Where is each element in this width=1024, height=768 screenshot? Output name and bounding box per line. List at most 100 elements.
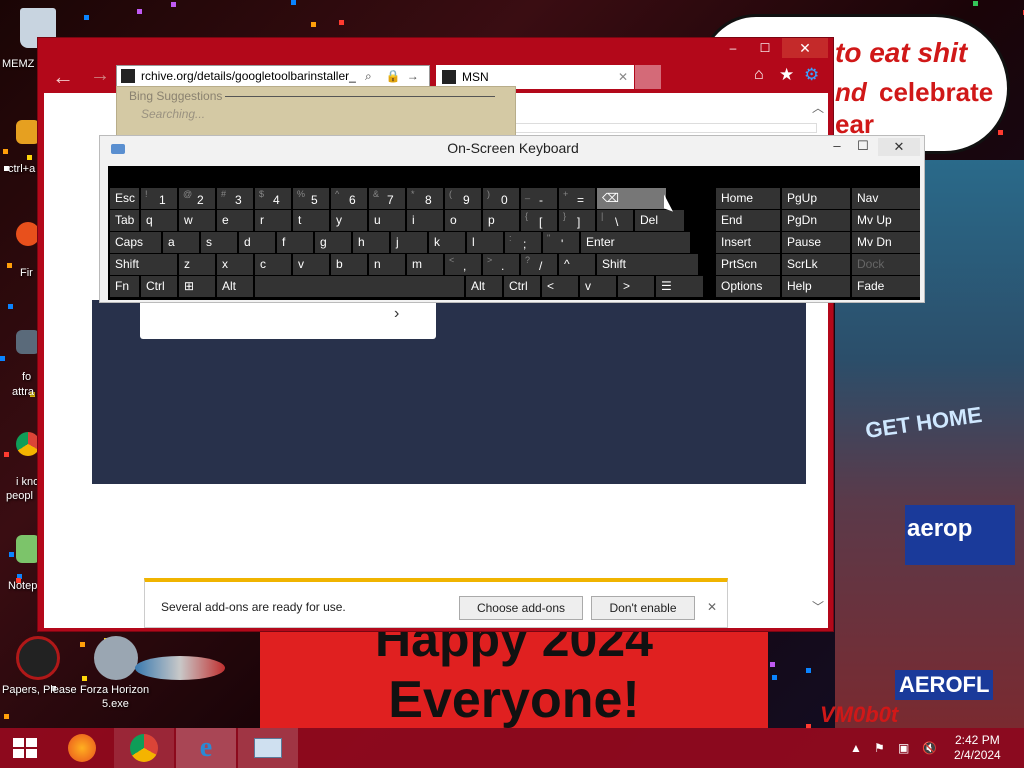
go-icon[interactable]: → (407, 69, 419, 83)
address-bar[interactable]: rchive.org/details/googletoolbarinstalle… (116, 65, 430, 87)
favorites-icon[interactable]: ★ (779, 65, 794, 85)
osk-key[interactable]: ! 1 (141, 188, 177, 209)
osk-key[interactable]: y (331, 210, 367, 231)
osk-nav-key[interactable]: Mv Up (852, 210, 920, 231)
osk-key[interactable]: w (179, 210, 215, 231)
osk-key[interactable]: v (293, 254, 329, 275)
ie-browser-window[interactable]: – ☐ ✕ ← → rchive.org/details/googletoolb… (37, 37, 834, 632)
network-icon[interactable]: ▣ (898, 728, 909, 768)
volume-muted-icon[interactable]: 🔇 (922, 728, 937, 768)
osk-nav-key[interactable]: Mv Dn (852, 232, 920, 253)
osk-maximize-button[interactable]: ☐ (848, 136, 878, 156)
osk-nav-key[interactable]: PgDn (782, 210, 850, 231)
action-center-flag-icon[interactable]: ⚑ (874, 728, 885, 768)
osk-key[interactable]: @2 (179, 188, 215, 209)
osk-key[interactable]: Ctrl (504, 276, 540, 297)
osk-key[interactable]: < (542, 276, 578, 297)
taskbar-chrome[interactable] (114, 728, 174, 768)
osk-key[interactable]: Shift (597, 254, 698, 275)
osk-key[interactable]: (9 (445, 188, 481, 209)
dont-enable-button[interactable]: Don't enable (591, 596, 695, 620)
chevron-right-icon[interactable]: › (394, 305, 399, 323)
osk-nav-key[interactable]: Nav (852, 188, 920, 209)
osk-key[interactable]: e (217, 210, 253, 231)
osk-key[interactable]: Alt (217, 276, 253, 297)
scroll-down-icon[interactable]: ﹀ (812, 598, 824, 615)
start-button[interactable] (0, 728, 50, 768)
osk-nav-key[interactable]: PgUp (782, 188, 850, 209)
choose-addons-button[interactable]: Choose add-ons (459, 596, 583, 620)
osk-key[interactable]: Esc (110, 188, 139, 209)
osk-key[interactable]: Caps (110, 232, 161, 253)
osk-key[interactable]: $4 (255, 188, 291, 209)
osk-key[interactable]: " ' (543, 232, 579, 253)
osk-key[interactable]: q (141, 210, 177, 231)
papers-please-icon[interactable] (16, 636, 60, 680)
osk-key[interactable]: k (429, 232, 465, 253)
osk-key[interactable]: % 5 (293, 188, 329, 209)
osk-key[interactable]: ^ (559, 254, 595, 275)
osk-key[interactable]: f (277, 232, 313, 253)
osk-key[interactable]: m (407, 254, 443, 275)
osk-key[interactable]: _ - (521, 188, 557, 209)
tools-gear-icon[interactable]: ⚙ (804, 65, 819, 85)
forward-icon[interactable]: → (90, 64, 110, 87)
osk-key[interactable]: a (163, 232, 199, 253)
osk-nav-key[interactable]: Help (782, 276, 850, 297)
osk-key[interactable]: ^ 6 (331, 188, 367, 209)
osk-key[interactable]: * 8 (407, 188, 443, 209)
osk-nav-key[interactable]: Fade (852, 276, 920, 297)
osk-nav-key[interactable]: Dock (852, 254, 920, 275)
osk-key[interactable]: >. (483, 254, 519, 275)
osk-key[interactable]: ☰ (656, 276, 703, 297)
osk-key[interactable]: o (445, 210, 481, 231)
osk-nav-key[interactable]: ScrLk (782, 254, 850, 275)
osk-key[interactable]: h (353, 232, 389, 253)
osk-nav-key[interactable]: Home (716, 188, 780, 209)
maximize-button[interactable]: ☐ (750, 38, 780, 58)
osk-key[interactable]: Fn (110, 276, 139, 297)
osk-key[interactable]: b (331, 254, 367, 275)
osk-key[interactable]: r (255, 210, 291, 231)
osk-key[interactable]: ⊞ (179, 276, 215, 297)
osk-key[interactable]: i (407, 210, 443, 231)
osk-key[interactable]: + = (559, 188, 595, 209)
osk-key[interactable]: v (580, 276, 616, 297)
osk-key[interactable]: }] (559, 210, 595, 231)
taskbar-firefox[interactable] (52, 728, 112, 768)
osk-nav-key[interactable]: Insert (716, 232, 780, 253)
osk-key[interactable]: Shift (110, 254, 177, 275)
osk-key[interactable]: <, (445, 254, 481, 275)
flash-icon[interactable] (94, 636, 138, 680)
osk-close-button[interactable]: ✕ (878, 138, 920, 156)
osk-key[interactable]: t (293, 210, 329, 231)
osk-key[interactable]: ) 0 (483, 188, 519, 209)
tray-expand-icon[interactable]: ▲ (850, 728, 862, 768)
osk-key[interactable]: :; (505, 232, 541, 253)
osk-key[interactable]: > (618, 276, 654, 297)
bing-suggestions-dropdown[interactable]: Bing Suggestions Searching... (116, 86, 516, 136)
osk-key[interactable]: g (315, 232, 351, 253)
osk-key[interactable]: {[ (521, 210, 557, 231)
osk-key[interactable]: & 7 (369, 188, 405, 209)
osk-key[interactable]: Enter (581, 232, 690, 253)
home-icon[interactable]: ⌂ (754, 66, 764, 84)
clock[interactable]: 2:42 PM 2/4/2024 (954, 728, 1001, 768)
osk-nav-key[interactable]: Options (716, 276, 780, 297)
osk-nav-key[interactable]: End (716, 210, 780, 231)
close-button[interactable]: ✕ (782, 38, 828, 58)
osk-key[interactable]: j (391, 232, 427, 253)
scroll-up-icon[interactable]: ︿ (812, 99, 824, 116)
tab-close-icon[interactable]: ✕ (618, 70, 628, 84)
osk-key[interactable]: l (467, 232, 503, 253)
osk-key[interactable]: c (255, 254, 291, 275)
osk-key[interactable]: #3 (217, 188, 253, 209)
on-screen-keyboard-window[interactable]: On-Screen Keyboard – ☐ ✕ Esc! 1 @2 #3 $4% 5 ^ 6… (99, 135, 925, 303)
osk-key[interactable]: Alt (466, 276, 502, 297)
search-icon[interactable]: ⌕ (365, 69, 372, 84)
minimize-button[interactable]: – (718, 38, 748, 58)
osk-nav-key[interactable]: Pause (782, 232, 850, 253)
osk-key[interactable]: ? / (521, 254, 557, 275)
osk-key[interactable]: d (239, 232, 275, 253)
taskbar-osk[interactable] (238, 728, 298, 768)
